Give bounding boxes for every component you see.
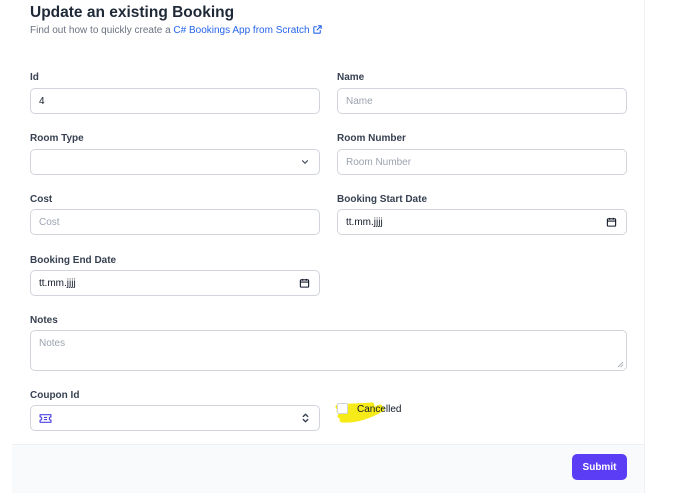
bookings-app-link[interactable]: C# Bookings App from Scratch [173,25,322,36]
id-label: Id [30,72,39,83]
name-label: Name [337,72,365,83]
coupon-id-label: Coupon Id [30,390,80,401]
subtitle-text: Find out how to quickly create a [30,25,174,36]
name-input[interactable]: Name [337,88,627,114]
notes-placeholder: Notes [39,338,66,349]
form-footer [12,444,644,493]
cancelled-label[interactable]: Cancelled [357,404,401,415]
external-link-icon[interactable] [312,24,323,35]
cost-label: Cost [30,194,53,205]
chevron-up-down-icon [301,412,310,424]
calendar-icon[interactable] [606,217,617,228]
room-number-input[interactable]: Room Number [337,149,627,175]
chevron-down-icon [300,157,310,167]
room-type-label: Room Type [30,133,84,144]
resize-handle-icon[interactable] [617,361,624,368]
coupon-id-select[interactable] [30,405,320,431]
room-number-label: Room Number [337,133,406,144]
bookings-app-link-text[interactable]: C# Bookings App from Scratch [173,25,309,36]
page-title: Update an existing Booking [30,4,235,21]
notes-label: Notes [30,315,58,326]
calendar-icon[interactable] [299,278,310,289]
booking-end-date-label: Booking End Date [30,255,117,266]
cost-input[interactable]: Cost [30,209,320,235]
ticket-icon [39,413,52,424]
booking-start-date-value: tt.mm.jjjj [346,216,383,228]
booking-end-date-value: tt.mm.jjjj [39,277,76,289]
notes-textarea[interactable]: Notes [30,330,627,371]
booking-start-date-label: Booking Start Date [337,194,428,205]
cancelled-checkbox[interactable] [337,403,348,414]
submit-button[interactable]: Submit [572,454,627,480]
booking-end-date-input[interactable]: tt.mm.jjjj [30,270,320,296]
id-input[interactable]: 4 [30,88,320,114]
room-type-select[interactable] [30,149,320,175]
page-subtitle: Find out how to quickly create a C# Book… [30,24,323,36]
booking-start-date-input[interactable]: tt.mm.jjjj [337,209,627,235]
